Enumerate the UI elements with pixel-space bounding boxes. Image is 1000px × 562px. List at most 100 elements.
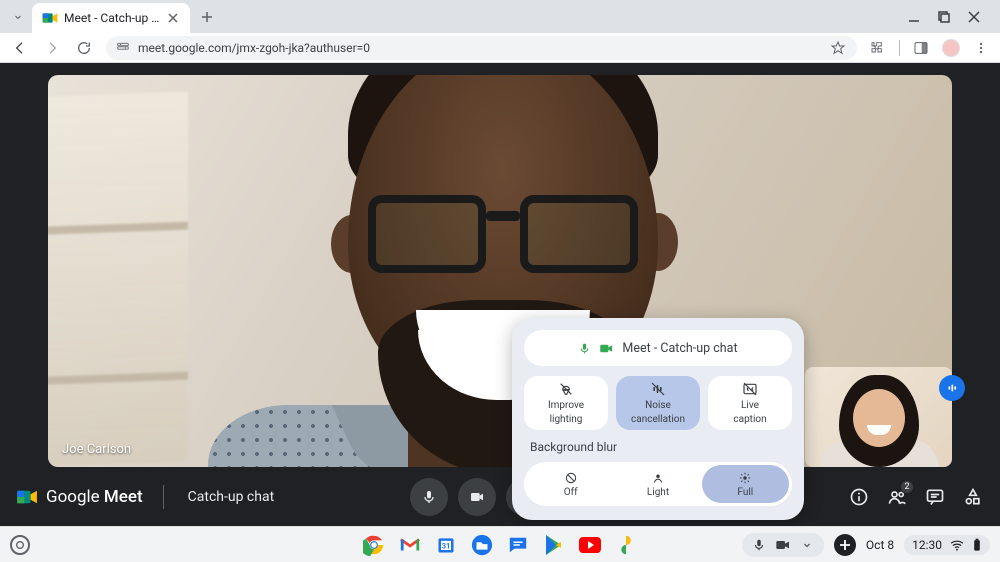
meet-stage: Joe Carlson Google Meet Catch-up chat	[0, 63, 1000, 526]
panel-icon	[913, 40, 929, 56]
media-controls-pill[interactable]	[742, 533, 824, 557]
shelf-date[interactable]: Oct 8	[866, 538, 894, 552]
tab-bar: Meet - Catch-up chat	[0, 0, 1000, 33]
arrow-right-icon	[44, 40, 60, 56]
close-icon	[968, 11, 980, 23]
meeting-name-label: Catch-up chat	[188, 489, 275, 505]
camera-icon	[469, 489, 485, 505]
side-panel-button[interactable]	[912, 39, 930, 57]
window-maximize-button[interactable]	[936, 9, 952, 25]
brand-text: Google Meet	[46, 487, 143, 507]
reload-icon	[76, 40, 92, 56]
blur-off-button[interactable]: Off	[527, 465, 614, 503]
chevron-down-icon	[801, 539, 813, 551]
shapes-icon	[963, 487, 983, 507]
people-panel-button[interactable]: 2	[886, 486, 908, 508]
app-photos[interactable]	[614, 533, 638, 557]
browser-menu-button[interactable]	[972, 39, 990, 57]
minimize-icon	[908, 11, 920, 23]
nav-back-button[interactable]	[10, 38, 30, 58]
app-chrome[interactable]	[362, 533, 386, 557]
window-close-button[interactable]	[966, 9, 982, 25]
plus-icon	[839, 539, 851, 551]
browser-tab-active[interactable]: Meet - Catch-up chat	[32, 3, 190, 33]
blur-full-button[interactable]: Full	[702, 465, 789, 503]
os-shelf: 31 Oct 8 12:30	[0, 526, 1000, 562]
kebab-icon	[974, 41, 988, 55]
nav-forward-button[interactable]	[42, 38, 62, 58]
meet-logo-icon	[16, 488, 38, 506]
blur-off-icon	[564, 471, 578, 485]
camera-button[interactable]	[458, 478, 496, 516]
battery-icon	[972, 538, 982, 552]
extensions-button[interactable]	[869, 39, 887, 57]
arrow-left-icon	[12, 40, 28, 56]
address-bar[interactable]: meet.google.com/jmx-zgoh-jka?authuser=0	[106, 36, 857, 60]
tab-title: Meet - Catch-up chat	[64, 11, 160, 25]
app-files[interactable]	[470, 533, 494, 557]
app-play-store[interactable]	[542, 533, 566, 557]
speaking-indicator-icon	[939, 375, 965, 401]
noise-cancel-icon	[650, 381, 666, 397]
nav-reload-button[interactable]	[74, 38, 94, 58]
window-controls	[906, 9, 992, 25]
star-icon	[830, 40, 846, 56]
mic-button[interactable]	[410, 478, 448, 516]
app-calendar[interactable]: 31	[434, 533, 458, 557]
app-youtube[interactable]	[578, 533, 602, 557]
close-icon	[168, 13, 178, 23]
shelf-mic-icon[interactable]	[750, 536, 768, 554]
improve-lighting-button[interactable]: Improve lighting	[524, 376, 608, 430]
background-blur-label: Background blur	[530, 440, 792, 454]
info-icon	[849, 487, 869, 507]
app-gmail[interactable]	[398, 533, 422, 557]
toolbar-divider	[899, 40, 900, 56]
right-panel-buttons: 2	[848, 486, 984, 508]
blur-full-icon	[738, 471, 752, 485]
lighting-icon	[558, 381, 574, 397]
shelf-add-button[interactable]	[834, 534, 856, 556]
quick-settings-popover: Meet - Catch-up chat Improve lighting No…	[512, 318, 804, 520]
chat-icon	[925, 487, 945, 507]
meet-bottom-bar: Google Meet Catch-up chat 2	[0, 467, 1000, 526]
mic-icon	[578, 342, 591, 355]
window-minimize-button[interactable]	[906, 9, 922, 25]
circle-icon	[15, 540, 25, 550]
profile-avatar-button[interactable]	[942, 39, 960, 57]
shelf-camera-icon[interactable]	[774, 536, 792, 554]
browser-chrome: Meet - Catch-up chat meet.google.com/jmx…	[0, 0, 1000, 63]
meet-brand: Google Meet	[16, 487, 143, 507]
url-text: meet.google.com/jmx-zgoh-jka?authuser=0	[138, 41, 370, 55]
live-caption-button[interactable]: Live caption	[708, 376, 792, 430]
caption-off-icon	[742, 381, 758, 397]
app-messages[interactable]	[506, 533, 530, 557]
wifi-icon	[950, 539, 964, 551]
blur-light-icon	[651, 471, 665, 485]
shelf-time: 12:30	[912, 538, 942, 552]
noise-cancellation-button[interactable]: Noise cancellation	[616, 376, 700, 430]
shelf-status-area: Oct 8 12:30	[742, 533, 990, 557]
launcher-button[interactable]	[10, 535, 30, 555]
activities-button[interactable]	[962, 486, 984, 508]
puzzle-icon	[870, 40, 886, 56]
site-settings-icon[interactable]	[116, 41, 130, 55]
blur-light-button[interactable]: Light	[614, 465, 701, 503]
pinned-apps: 31	[362, 533, 638, 557]
tab-close-button[interactable]	[166, 11, 180, 25]
new-tab-button[interactable]	[194, 4, 220, 30]
people-count-badge: 2	[900, 480, 914, 494]
maximize-icon	[938, 11, 950, 23]
self-view-tile[interactable]	[805, 367, 952, 467]
status-tray[interactable]: 12:30	[904, 535, 990, 555]
svg-text:31: 31	[442, 541, 451, 550]
camera-icon	[599, 342, 614, 355]
chat-panel-button[interactable]	[924, 486, 946, 508]
mic-icon	[421, 489, 437, 505]
popover-title-pill[interactable]: Meet - Catch-up chat	[524, 330, 792, 366]
bookmark-star-button[interactable]	[829, 39, 847, 57]
shelf-expand-button[interactable]	[798, 536, 816, 554]
divider	[163, 485, 164, 509]
toolbar-row: meet.google.com/jmx-zgoh-jka?authuser=0	[0, 33, 1000, 63]
tab-search-dropdown[interactable]	[8, 7, 28, 27]
meeting-details-button[interactable]	[848, 486, 870, 508]
